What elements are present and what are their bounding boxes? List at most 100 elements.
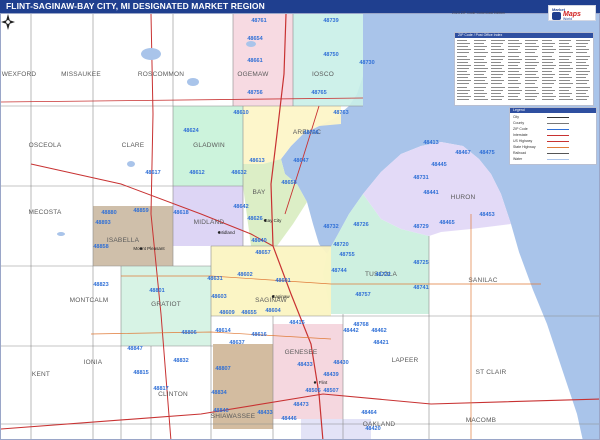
- legend-label: US Highway: [513, 139, 533, 143]
- zip-index-entry: [474, 86, 486, 88]
- zip-label: 48618: [173, 210, 188, 216]
- zip-index-entry: [525, 89, 536, 91]
- zip-index-entry: [457, 95, 471, 97]
- legend-swatch: [547, 159, 569, 160]
- zip-index-entry: [508, 77, 520, 79]
- zip-index-entry: [508, 49, 518, 51]
- county-label-sanilac: SANILAC: [468, 277, 497, 284]
- zip-index-entry: [508, 86, 519, 88]
- zip-index-entry: [508, 95, 518, 97]
- zip-label: 48642: [233, 204, 248, 210]
- county-label-genesee: GENESEE: [285, 349, 318, 356]
- zip-index-entry: [576, 64, 589, 66]
- legend-panel[interactable]: Legend City County ZIP Code Interstate US Hi…: [509, 107, 597, 165]
- zip-label: 48604: [265, 308, 281, 314]
- legend-label: ZIP Code: [513, 127, 528, 131]
- zip-index-entry: [474, 80, 485, 82]
- zip-label: 48807: [215, 366, 230, 372]
- zip-label: 48505: [305, 388, 320, 394]
- zip-index-entry: [491, 92, 501, 94]
- zip-index-entry: [559, 92, 572, 94]
- zip-index-entry: [474, 64, 485, 66]
- zip-label: 48632: [231, 170, 246, 176]
- zip-index-entry: [576, 89, 588, 91]
- zip-index-entry: [491, 58, 503, 60]
- zip-index-entry: [576, 80, 589, 82]
- zip-index-entry: [474, 74, 484, 76]
- zip-index-entry: [576, 43, 588, 45]
- zip-index-entry: [457, 71, 467, 72]
- county-fill-roscommon: [173, 14, 233, 106]
- legend-swatch: [547, 147, 569, 148]
- zip-index-entry: [508, 55, 519, 57]
- zip-label: 48445: [431, 162, 446, 168]
- zip-index-entry: [525, 58, 536, 60]
- zip-index-entry: [525, 86, 538, 88]
- zip-index-entry: [508, 58, 522, 60]
- legend-row: City: [513, 115, 595, 120]
- zip-label: 48801: [149, 288, 164, 294]
- zip-index-entry: [457, 92, 468, 94]
- zip-index-entry: [542, 67, 554, 69]
- zip-index-entry: [491, 71, 505, 72]
- zip-index-entry: [576, 86, 590, 88]
- zip-index-entry: [457, 89, 470, 91]
- zip-index-entry: [457, 49, 471, 51]
- zip-index-entry: [508, 92, 520, 94]
- zip-label: 48750: [323, 52, 338, 58]
- zip-index-entry: [491, 64, 504, 66]
- legend-label: State Highway: [513, 145, 536, 149]
- legend-swatch: [547, 153, 569, 154]
- zip-index-entry: [576, 92, 586, 94]
- zip-index-entry: [542, 95, 556, 97]
- zip-index-entry: [559, 40, 571, 41]
- zip-index-entry: [457, 83, 469, 85]
- zip-label: 48654: [247, 36, 263, 42]
- county-label-missaukee: MISSAUKEE: [61, 71, 101, 78]
- zip-label: 48834: [211, 390, 227, 396]
- zip-index-entry: [491, 86, 505, 88]
- zip-label: 48732: [323, 224, 338, 230]
- county-label-bay: BAY: [252, 189, 266, 196]
- publisher-logo[interactable]: Market Maps World: [548, 5, 596, 21]
- zip-index-entry: [559, 77, 572, 79]
- county-label-ogemaw: OGEMAW: [237, 71, 269, 78]
- zip-index-entry: [576, 46, 586, 48]
- zip-label: 48730: [359, 60, 374, 66]
- county-label-wexford: WEXFORD: [2, 71, 37, 78]
- zip-index-entry: [542, 86, 552, 88]
- map-canvas[interactable]: WEXFORD MISSAUKEE ROSCOMMON OGEMAW IOSCO OSCE…: [0, 13, 600, 440]
- zip-index-entry: [491, 67, 502, 69]
- zip-index-entry: [491, 49, 504, 51]
- legend-row: ZIP Code: [513, 127, 595, 132]
- zip-index-entry: [474, 67, 488, 69]
- zip-label: 48744: [331, 268, 347, 274]
- zip-index-entry: [457, 80, 471, 82]
- zip-index-entry: [525, 98, 535, 100]
- zip-index-entry: [508, 52, 521, 54]
- zip-label: 48817: [153, 386, 168, 392]
- zip-label: 48609: [219, 310, 234, 316]
- zip-index-entry: [457, 64, 471, 66]
- zip-label: 48731: [413, 175, 428, 181]
- zip-index-entry: [525, 67, 535, 69]
- zip-label: 48453: [479, 212, 494, 218]
- zip-label: 48626: [247, 216, 262, 222]
- zip-index-entry: [525, 71, 538, 72]
- zip-label: 48757: [355, 292, 370, 298]
- county-label-midland: MIDLAND: [194, 219, 225, 226]
- zip-index-entry: [542, 74, 555, 76]
- zip-index-panel[interactable]: ZIP Code / Post Office Index: [454, 32, 594, 106]
- county-label-gratiot: GRATIOT: [151, 301, 181, 308]
- county-label-ionia: IONIA: [84, 359, 103, 366]
- zip-label: 48661: [247, 58, 262, 64]
- zip-index-entry: [491, 77, 501, 79]
- zip-label: 48433: [297, 362, 312, 368]
- zip-index-entry: [576, 98, 587, 100]
- zip-index-entry: [508, 61, 520, 63]
- zip-index-entry: [542, 71, 552, 72]
- legend-label: City: [513, 115, 520, 119]
- zip-label: 48756: [247, 90, 262, 96]
- zip-index-entry: [474, 46, 487, 48]
- zip-label: 48413: [423, 140, 438, 146]
